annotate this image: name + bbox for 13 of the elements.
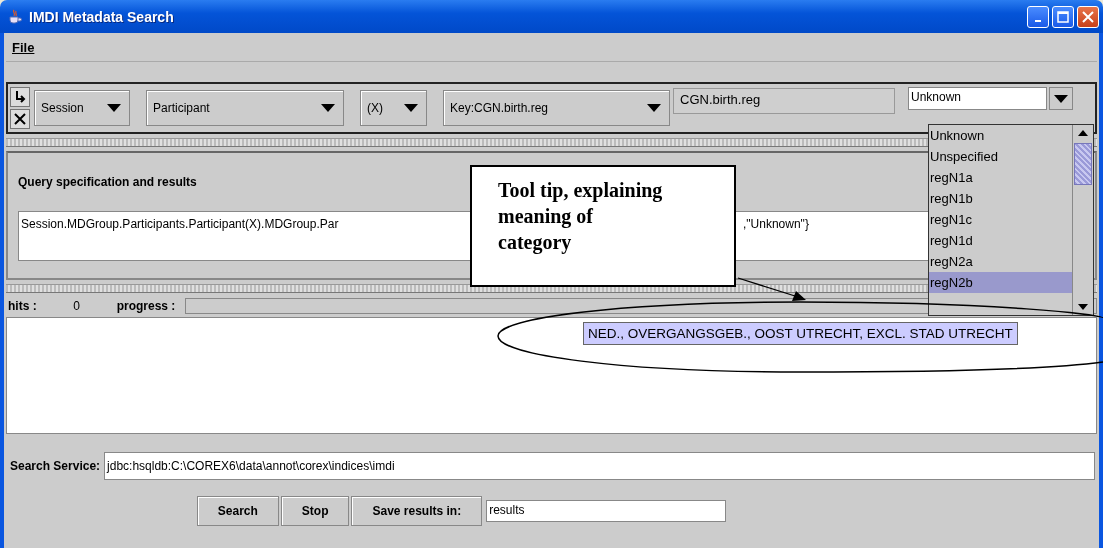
- tooltip: NED., OVERGANGSGEB., OOST UTRECHT, EXCL. STAD UTRECHT: [583, 322, 1018, 345]
- annotation-text: meaning of: [498, 204, 594, 229]
- query-text: Session.MDGroup.Participants.Participant(X).MDGroup.Par: [21, 217, 339, 231]
- annotation-text: Tool tip, explaining: [498, 178, 664, 203]
- annotation-text: category: [498, 230, 573, 255]
- window-title: IMDI Metadata Search: [29, 8, 175, 25]
- query-text: ,"Unknown"}: [743, 217, 809, 231]
- panel-title: Query specification and results: [18, 175, 197, 189]
- hits-label: hits :: [8, 299, 37, 313]
- hits-count: 0: [72, 299, 81, 313]
- search-service-label: Search Service:: [10, 459, 101, 473]
- progress-label: progress :: [116, 299, 176, 313]
- key-field: CGN.birth.reg: [673, 88, 895, 114]
